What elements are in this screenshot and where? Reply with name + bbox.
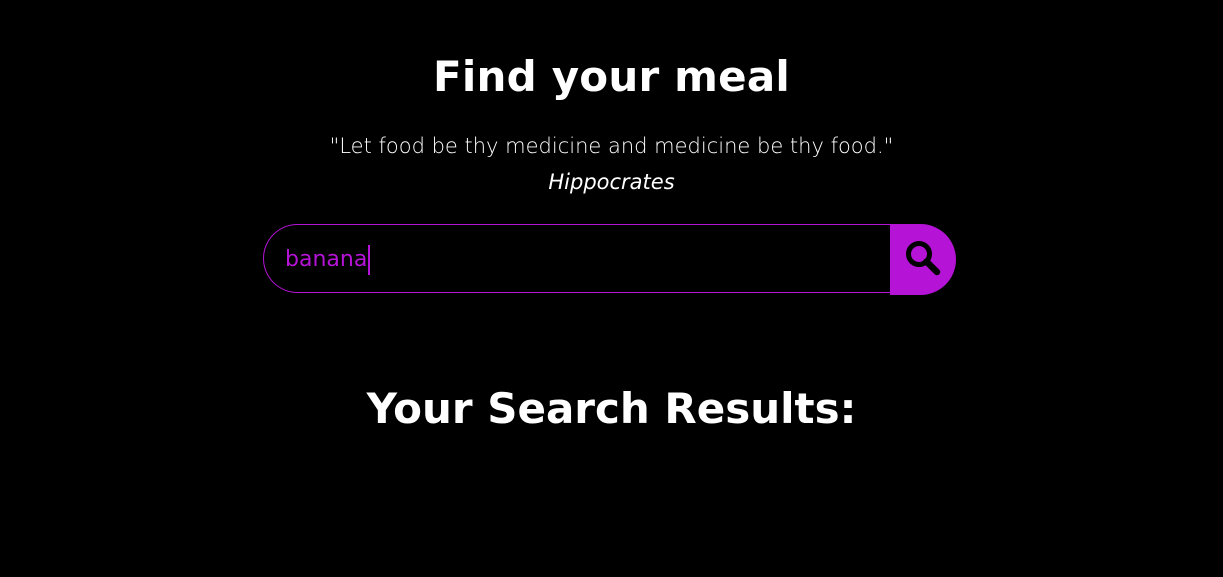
page-title: Find your meal	[433, 52, 790, 101]
page: Find your meal "Let food be thy medicine…	[0, 0, 1223, 577]
quote-author: Hippocrates	[548, 170, 675, 194]
search-button[interactable]	[890, 224, 956, 295]
search-bar: banana	[263, 224, 956, 295]
search-results-heading: Your Search Results:	[366, 384, 857, 433]
text-cursor	[368, 245, 371, 275]
search-icon	[904, 239, 942, 280]
search-input-value: banana	[285, 247, 368, 272]
quote-text: "Let food be thy medicine and medicine b…	[329, 134, 894, 158]
search-input[interactable]: banana	[263, 224, 890, 293]
search-input-value-wrapper: banana	[285, 243, 371, 277]
